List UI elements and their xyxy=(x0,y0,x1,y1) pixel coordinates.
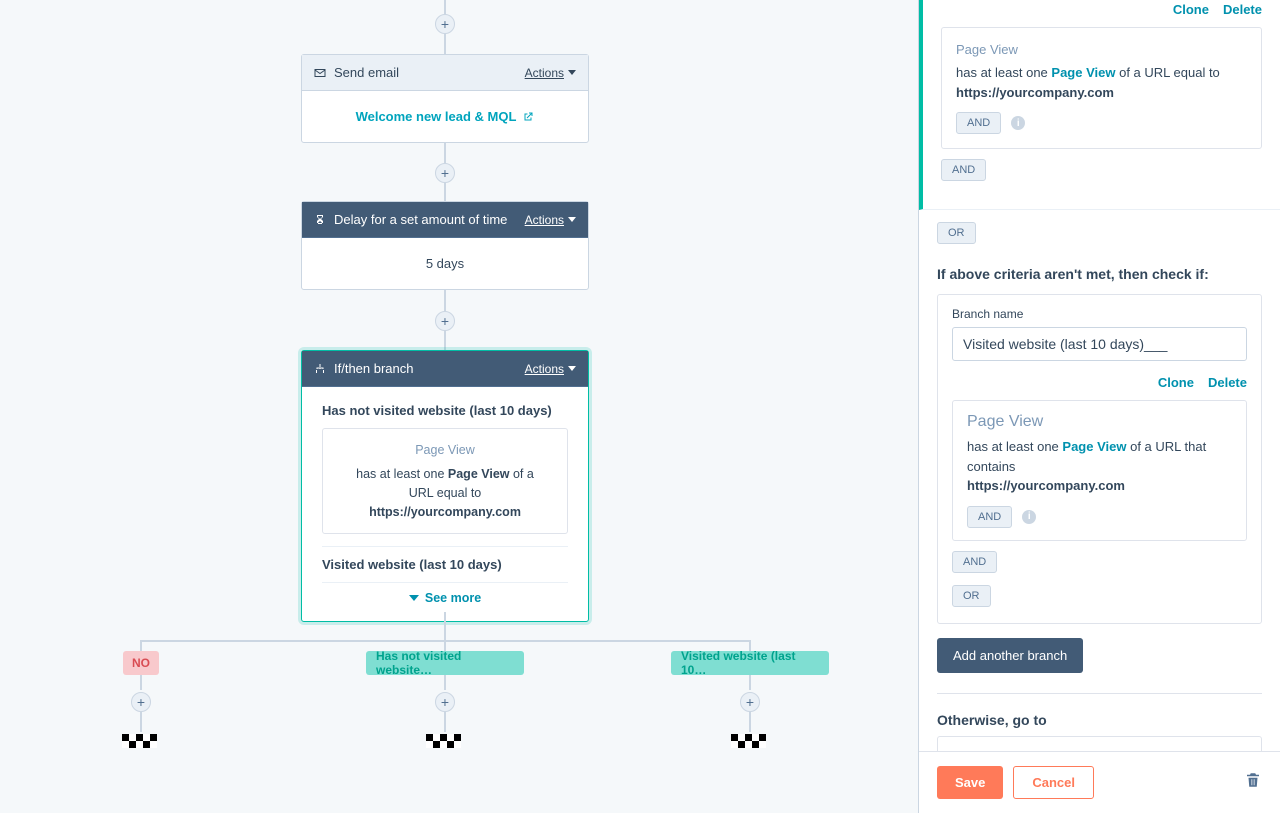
hourglass-icon xyxy=(314,214,326,226)
info-icon[interactable]: i xyxy=(1011,116,1025,130)
node-header: Delay for a set amount of time Actions xyxy=(302,202,588,238)
chevron-down-icon xyxy=(409,595,419,601)
workflow-node-branch[interactable]: If/then branch Actions Has not visited w… xyxy=(301,350,589,622)
workflow-node-delay[interactable]: Delay for a set amount of time Actions 5… xyxy=(301,201,589,290)
section-heading: Otherwise, go to xyxy=(919,694,1280,736)
cancel-button[interactable]: Cancel xyxy=(1013,766,1094,799)
node-header: If/then branch Actions xyxy=(302,351,588,387)
filter-summary: Page View has at least one Page View of … xyxy=(322,428,568,534)
or-chip[interactable]: OR xyxy=(937,222,976,244)
branch-tag: Visited website (last 10… xyxy=(671,651,829,675)
node-title: Send email xyxy=(334,65,399,80)
node-title: If/then branch xyxy=(334,361,414,376)
branch-panel-otherwise: Branch name xyxy=(937,736,1262,752)
add-step-button[interactable]: + xyxy=(435,311,455,331)
sidebar-footer: Save Cancel xyxy=(919,751,1280,813)
page-view-link[interactable]: Page View xyxy=(1062,439,1126,454)
add-step-button[interactable]: + xyxy=(435,163,455,183)
branch-panel-2: Branch name Clone Delete Page View has a… xyxy=(937,294,1262,624)
connector-line xyxy=(444,712,446,732)
section-heading: If above criteria aren't met, then check… xyxy=(919,248,1280,294)
actions-dropdown[interactable]: Actions xyxy=(525,362,576,376)
connector-line xyxy=(140,712,142,732)
workflow-end-icon xyxy=(426,734,464,752)
filter-type-label: Page View xyxy=(967,413,1232,431)
and-chip[interactable]: AND xyxy=(941,159,986,181)
filter-type-label: Page View xyxy=(335,443,555,457)
connector-line xyxy=(749,712,751,732)
external-link-icon xyxy=(522,111,534,123)
workflow-canvas[interactable]: + Send email Actions Welcome new lead & … xyxy=(0,0,918,813)
branch-tag: Has not visited website… xyxy=(366,651,524,675)
clone-link[interactable]: Clone xyxy=(1173,2,1209,17)
clone-link[interactable]: Clone xyxy=(1158,375,1194,390)
actions-dropdown[interactable]: Actions xyxy=(525,213,576,227)
workflow-end-icon xyxy=(731,734,769,752)
delete-link[interactable]: Delete xyxy=(1208,375,1247,390)
or-chip[interactable]: OR xyxy=(952,585,991,607)
add-step-button[interactable]: + xyxy=(740,692,760,712)
email-icon xyxy=(314,67,326,79)
criteria-block-1: Clone Delete Page View has at least one … xyxy=(919,0,1280,210)
delete-button[interactable] xyxy=(1244,771,1262,794)
delete-link[interactable]: Delete xyxy=(1223,2,1262,17)
delay-duration: 5 days xyxy=(426,256,464,271)
branch-name-label: Branch name xyxy=(952,307,1247,321)
info-icon[interactable]: i xyxy=(1022,510,1036,524)
page-view-link[interactable]: Page View xyxy=(1051,65,1115,80)
add-step-button[interactable]: + xyxy=(131,692,151,712)
add-step-button[interactable]: + xyxy=(435,14,455,34)
and-chip[interactable]: AND xyxy=(952,551,997,573)
and-chip[interactable]: AND xyxy=(967,506,1012,528)
branch-editor-sidebar: Clone Delete Page View has at least one … xyxy=(918,0,1280,813)
branch-condition-name: Visited website (last 10 days) xyxy=(322,546,568,572)
branch-name-input[interactable] xyxy=(952,327,1247,361)
filter-type-label: Page View xyxy=(956,42,1247,57)
save-button[interactable]: Save xyxy=(937,766,1003,799)
actions-dropdown[interactable]: Actions xyxy=(525,66,576,80)
filter-card[interactable]: Page View has at least one Page View of … xyxy=(941,27,1262,149)
filter-card[interactable]: Page View has at least one Page View of … xyxy=(952,400,1247,541)
email-template-link[interactable]: Welcome new lead & MQL xyxy=(356,109,535,124)
and-chip[interactable]: AND xyxy=(956,112,1001,134)
branch-tag-no: NO xyxy=(123,651,159,675)
workflow-node-send-email[interactable]: Send email Actions Welcome new lead & MQ… xyxy=(301,54,589,143)
node-title: Delay for a set amount of time xyxy=(334,212,507,227)
connector-line xyxy=(444,612,446,640)
node-header: Send email Actions xyxy=(302,55,588,91)
workflow-end-icon xyxy=(122,734,160,752)
trash-icon xyxy=(1244,771,1262,789)
see-more-toggle[interactable]: See more xyxy=(322,583,568,609)
add-step-button[interactable]: + xyxy=(435,692,455,712)
add-branch-button[interactable]: Add another branch xyxy=(937,638,1083,673)
branch-condition-name: Has not visited website (last 10 days) xyxy=(322,403,568,418)
branch-icon xyxy=(314,363,326,375)
